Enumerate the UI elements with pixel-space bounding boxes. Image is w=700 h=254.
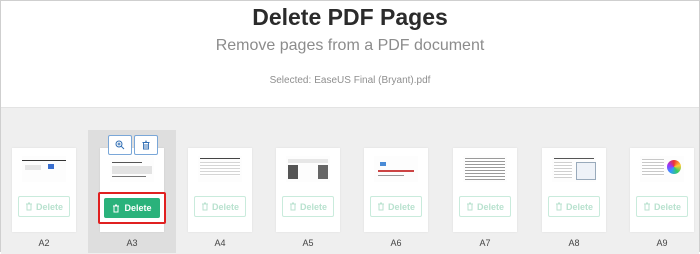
zoom-in-icon [115, 140, 125, 150]
trash-icon [113, 204, 120, 212]
page-thumbnail [552, 156, 596, 182]
page-header: Delete PDF Pages Remove pages from a PDF… [1, 1, 699, 107]
page-subtitle: Remove pages from a PDF document [215, 37, 485, 54]
delete-label: Delete [124, 203, 152, 213]
page-card-a2[interactable]: Delete [12, 148, 76, 232]
zoom-button[interactable] [108, 135, 132, 155]
trash-icon [201, 202, 208, 211]
delete-label: Delete [35, 201, 63, 212]
selected-file-info: Selected: EaseUS Final (Bryant).pdf [1, 75, 699, 86]
delete-label: Delete [211, 201, 239, 212]
delete-button-active[interactable]: Delete [104, 198, 160, 218]
page-label: A3 [126, 238, 138, 248]
page-card-a4[interactable]: Delete [188, 148, 252, 232]
trash-tool-button[interactable] [134, 135, 158, 155]
delete-button[interactable]: Delete [370, 196, 422, 217]
page-thumbnail [22, 156, 66, 182]
page-label: A7 [479, 238, 491, 248]
page-card-a7[interactable]: Delete [453, 148, 517, 232]
page-thumbnail [286, 156, 330, 182]
trash-icon [289, 202, 296, 211]
delete-label: Delete [387, 201, 415, 212]
trash-icon [466, 202, 473, 211]
page-thumbnail [463, 156, 507, 182]
delete-label: Delete [565, 201, 593, 212]
page-label: A9 [656, 238, 668, 248]
page-card-a6[interactable]: Delete [364, 148, 428, 232]
delete-label: Delete [653, 201, 681, 212]
page-tools [108, 135, 158, 157]
page-label: A5 [302, 238, 314, 248]
delete-button[interactable]: Delete [194, 196, 246, 217]
page-card-a5[interactable]: Delete [276, 148, 340, 232]
delete-label: Delete [476, 201, 504, 212]
trash-icon [643, 202, 650, 211]
trash-icon [377, 202, 384, 211]
page-thumbnail [110, 156, 154, 182]
trash-icon [142, 140, 150, 150]
selected-filename: EaseUS Final (Bryant).pdf [314, 75, 431, 86]
trash-icon [555, 202, 562, 211]
delete-button[interactable]: Delete [548, 196, 600, 217]
page-thumbnail [198, 156, 242, 182]
delete-button-highlight: Delete [98, 192, 166, 224]
delete-button[interactable]: Delete [636, 196, 688, 217]
page-label: A6 [390, 238, 402, 248]
delete-label: Delete [299, 201, 327, 212]
delete-button[interactable]: Delete [282, 196, 334, 217]
page-thumbnail [640, 156, 684, 182]
page-card-a9[interactable]: Delete [630, 148, 694, 232]
delete-button[interactable]: Delete [459, 196, 511, 217]
page-card-a8[interactable]: Delete [542, 148, 606, 232]
page-label: A4 [214, 238, 226, 248]
page-label: A8 [568, 238, 580, 248]
page-label: A2 [38, 238, 50, 248]
trash-icon [25, 202, 32, 211]
selected-label: Selected: [269, 75, 312, 86]
page-thumbnail [374, 156, 418, 182]
delete-button[interactable]: Delete [18, 196, 70, 217]
page-title: Delete PDF Pages [252, 4, 448, 30]
